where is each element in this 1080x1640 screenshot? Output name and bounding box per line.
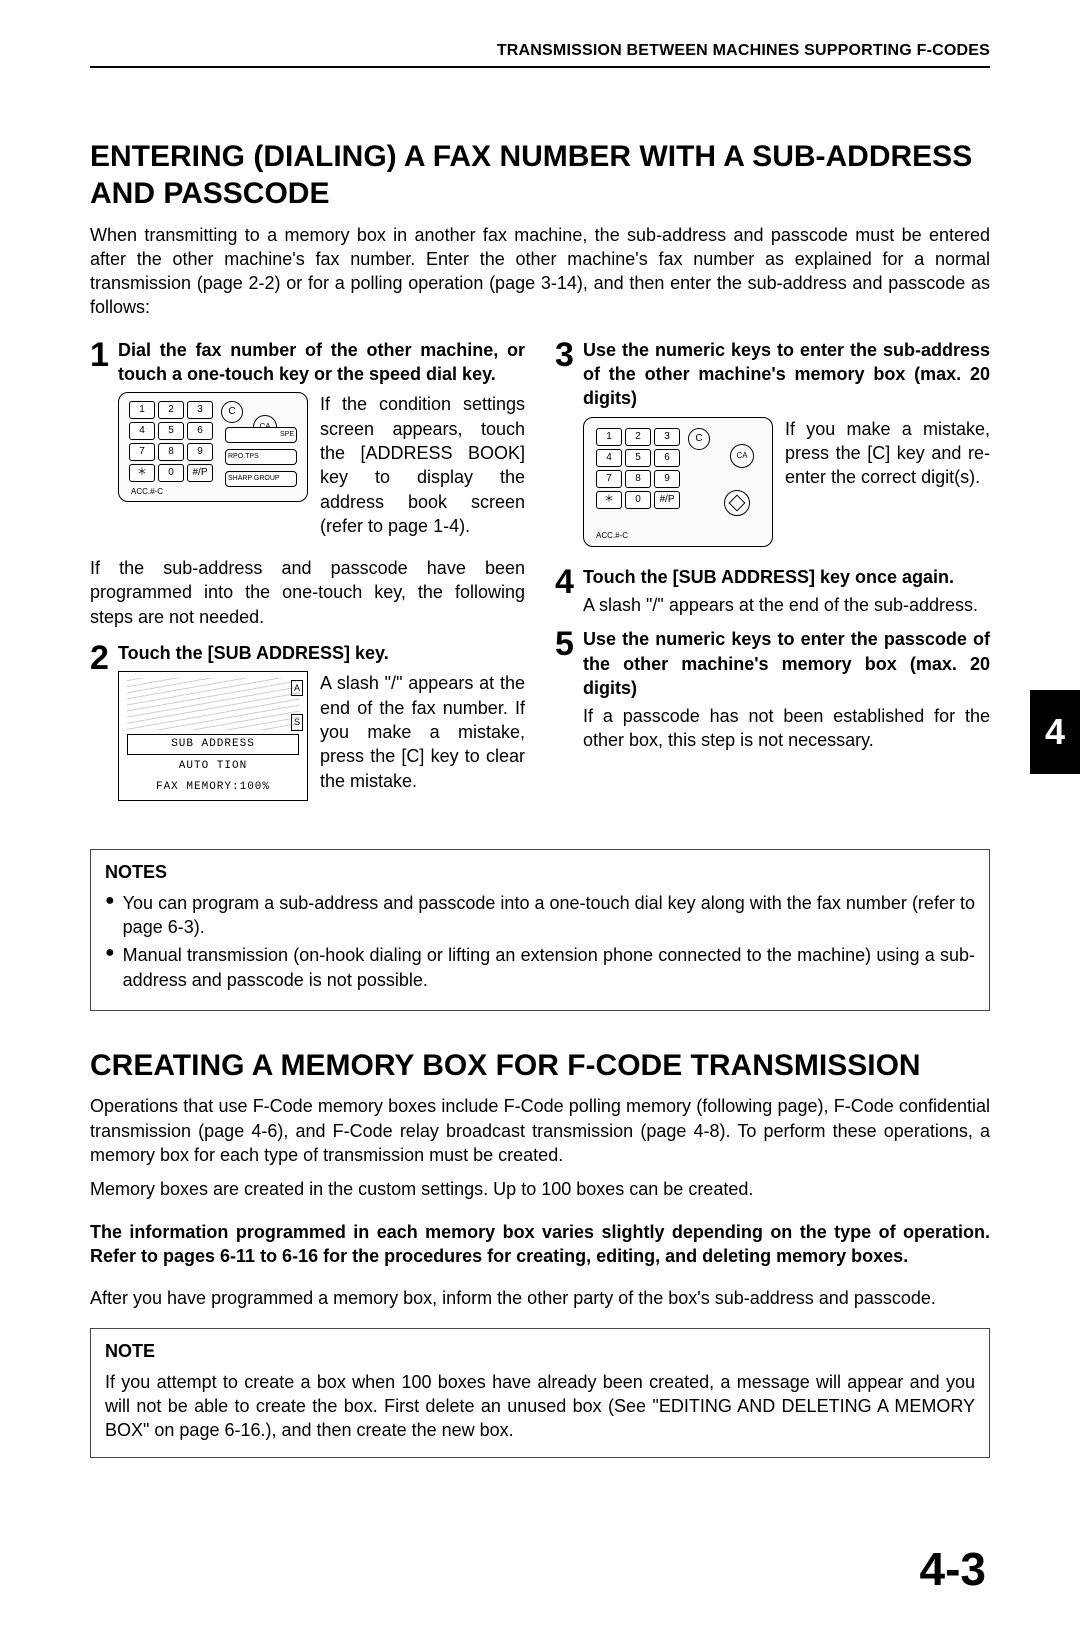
section2-p1: Operations that use F-Code memory boxes … bbox=[90, 1094, 990, 1167]
acc-label: ACC.#-C bbox=[131, 487, 163, 498]
start-diamond-icon bbox=[724, 490, 750, 516]
scribble-texture bbox=[127, 678, 299, 730]
note-item-2: Manual transmission (on-hook dialing or … bbox=[123, 943, 975, 992]
key-hash: #/P bbox=[654, 491, 680, 509]
note-box: NOTE If you attempt to create a box when… bbox=[90, 1328, 990, 1457]
note-text: If you attempt to create a box when 100 … bbox=[105, 1370, 975, 1443]
c-key-icon: C bbox=[221, 401, 243, 423]
note-item-1: You can program a sub-address and passco… bbox=[123, 891, 975, 940]
key-1: 1 bbox=[129, 401, 155, 419]
section2-after: After you have programmed a memory box, … bbox=[90, 1286, 990, 1310]
bullet-icon: ● bbox=[105, 943, 115, 992]
key-8: 8 bbox=[158, 443, 184, 461]
key-star: ＊ bbox=[596, 491, 622, 509]
step-1: 1 Dial the fax number of the other machi… bbox=[90, 338, 525, 546]
chapter-tab: 4 bbox=[1030, 690, 1080, 774]
key-8: 8 bbox=[625, 470, 651, 488]
sub-address-button-drawn: SUB ADDRESS bbox=[127, 734, 299, 755]
key-5: 5 bbox=[158, 422, 184, 440]
key-4: 4 bbox=[596, 449, 622, 467]
step-1-side-text: If the condition settings screen appears… bbox=[320, 392, 525, 538]
key-5: 5 bbox=[625, 449, 651, 467]
step-number: 3 bbox=[555, 338, 583, 555]
step-2-side-text: A slash "/" appears at the end of the fa… bbox=[320, 671, 525, 792]
page-number: 4-3 bbox=[90, 1538, 990, 1600]
step-2-title: Touch the [SUB ADDRESS] key. bbox=[118, 641, 525, 665]
step-number: 1 bbox=[90, 338, 118, 546]
auto-label: AUTO TION bbox=[127, 757, 299, 776]
step-5-title: Use the numeric keys to enter the passco… bbox=[583, 627, 990, 700]
step-number: 5 bbox=[555, 627, 583, 752]
key-2: 2 bbox=[625, 428, 651, 446]
keypad-illustration-1: 1 2 3 4 5 6 7 8 9 ＊ 0 #/ bbox=[118, 392, 308, 502]
notes-header: NOTES bbox=[105, 860, 975, 884]
step-1-continuation: If the sub-address and passcode have bee… bbox=[90, 556, 525, 629]
numeric-keypad: 1 2 3 4 5 6 7 8 9 ＊ 0 #/ bbox=[596, 428, 680, 509]
section2-bold: The information programmed in each memor… bbox=[90, 1220, 990, 1269]
step-number: 2 bbox=[90, 641, 118, 809]
keypad-illustration-2: 1 2 3 4 5 6 7 8 9 ＊ 0 #/ bbox=[583, 417, 773, 547]
section2-title: CREATING A MEMORY BOX FOR F-CODE TRANSMI… bbox=[90, 1047, 990, 1085]
bar-key-2: RPO.TPS bbox=[225, 449, 297, 465]
section2-p2: Memory boxes are created in the custom s… bbox=[90, 1177, 990, 1201]
step-3-side-text: If you make a mistake, press the [C] key… bbox=[785, 417, 990, 490]
key-0: 0 bbox=[158, 464, 184, 482]
ca-key-icon: CA bbox=[730, 444, 754, 468]
key-7: 7 bbox=[596, 470, 622, 488]
key-2: 2 bbox=[158, 401, 184, 419]
bullet-icon: ● bbox=[105, 891, 115, 940]
acc-label: ACC.#-C bbox=[596, 531, 628, 542]
key-9: 9 bbox=[187, 443, 213, 461]
section1-intro: When transmitting to a memory box in ano… bbox=[90, 223, 990, 320]
key-6: 6 bbox=[187, 422, 213, 440]
key-7: 7 bbox=[129, 443, 155, 461]
step-3: 3 Use the numeric keys to enter the sub-… bbox=[555, 338, 990, 555]
step-5-text: If a passcode has not been established f… bbox=[583, 704, 990, 753]
key-star: ＊ bbox=[129, 464, 155, 482]
key-hash: #/P bbox=[187, 464, 213, 482]
step-2: 2 Touch the [SUB ADDRESS] key. A S SUB A… bbox=[90, 641, 525, 809]
steps-left-column: 1 Dial the fax number of the other machi… bbox=[90, 338, 525, 820]
numeric-keypad: 1 2 3 4 5 6 7 8 9 ＊ 0 #/ bbox=[129, 401, 213, 482]
note-header: NOTE bbox=[105, 1339, 975, 1363]
key-0: 0 bbox=[625, 491, 651, 509]
fax-memory-label: FAX MEMORY:100% bbox=[127, 778, 299, 797]
step-number: 4 bbox=[555, 565, 583, 618]
step-4: 4 Touch the [SUB ADDRESS] key once again… bbox=[555, 565, 990, 618]
step-5: 5 Use the numeric keys to enter the pass… bbox=[555, 627, 990, 752]
key-3: 3 bbox=[654, 428, 680, 446]
step-4-title: Touch the [SUB ADDRESS] key once again. bbox=[583, 565, 990, 589]
running-header: TRANSMISSION BETWEEN MACHINES SUPPORTING… bbox=[90, 40, 990, 68]
key-6: 6 bbox=[654, 449, 680, 467]
section1-title: ENTERING (DIALING) A FAX NUMBER WITH A S… bbox=[90, 138, 990, 213]
key-9: 9 bbox=[654, 470, 680, 488]
notes-box: NOTES ●You can program a sub-address and… bbox=[90, 849, 990, 1010]
c-key-icon: C bbox=[688, 428, 710, 450]
sub-address-panel-illustration: A S SUB ADDRESS AUTO TION FAX MEMORY:100… bbox=[118, 671, 308, 801]
speaker-key: SPE bbox=[225, 427, 297, 443]
bar-key-3: SHARP GROUP bbox=[225, 471, 297, 487]
step-1-title: Dial the fax number of the other machine… bbox=[118, 338, 525, 387]
step-4-text: A slash "/" appears at the end of the su… bbox=[583, 593, 990, 617]
steps-container: 1 Dial the fax number of the other machi… bbox=[90, 338, 990, 820]
steps-right-column: 3 Use the numeric keys to enter the sub-… bbox=[555, 338, 990, 820]
key-3: 3 bbox=[187, 401, 213, 419]
key-1: 1 bbox=[596, 428, 622, 446]
step-3-title: Use the numeric keys to enter the sub-ad… bbox=[583, 338, 990, 411]
key-4: 4 bbox=[129, 422, 155, 440]
